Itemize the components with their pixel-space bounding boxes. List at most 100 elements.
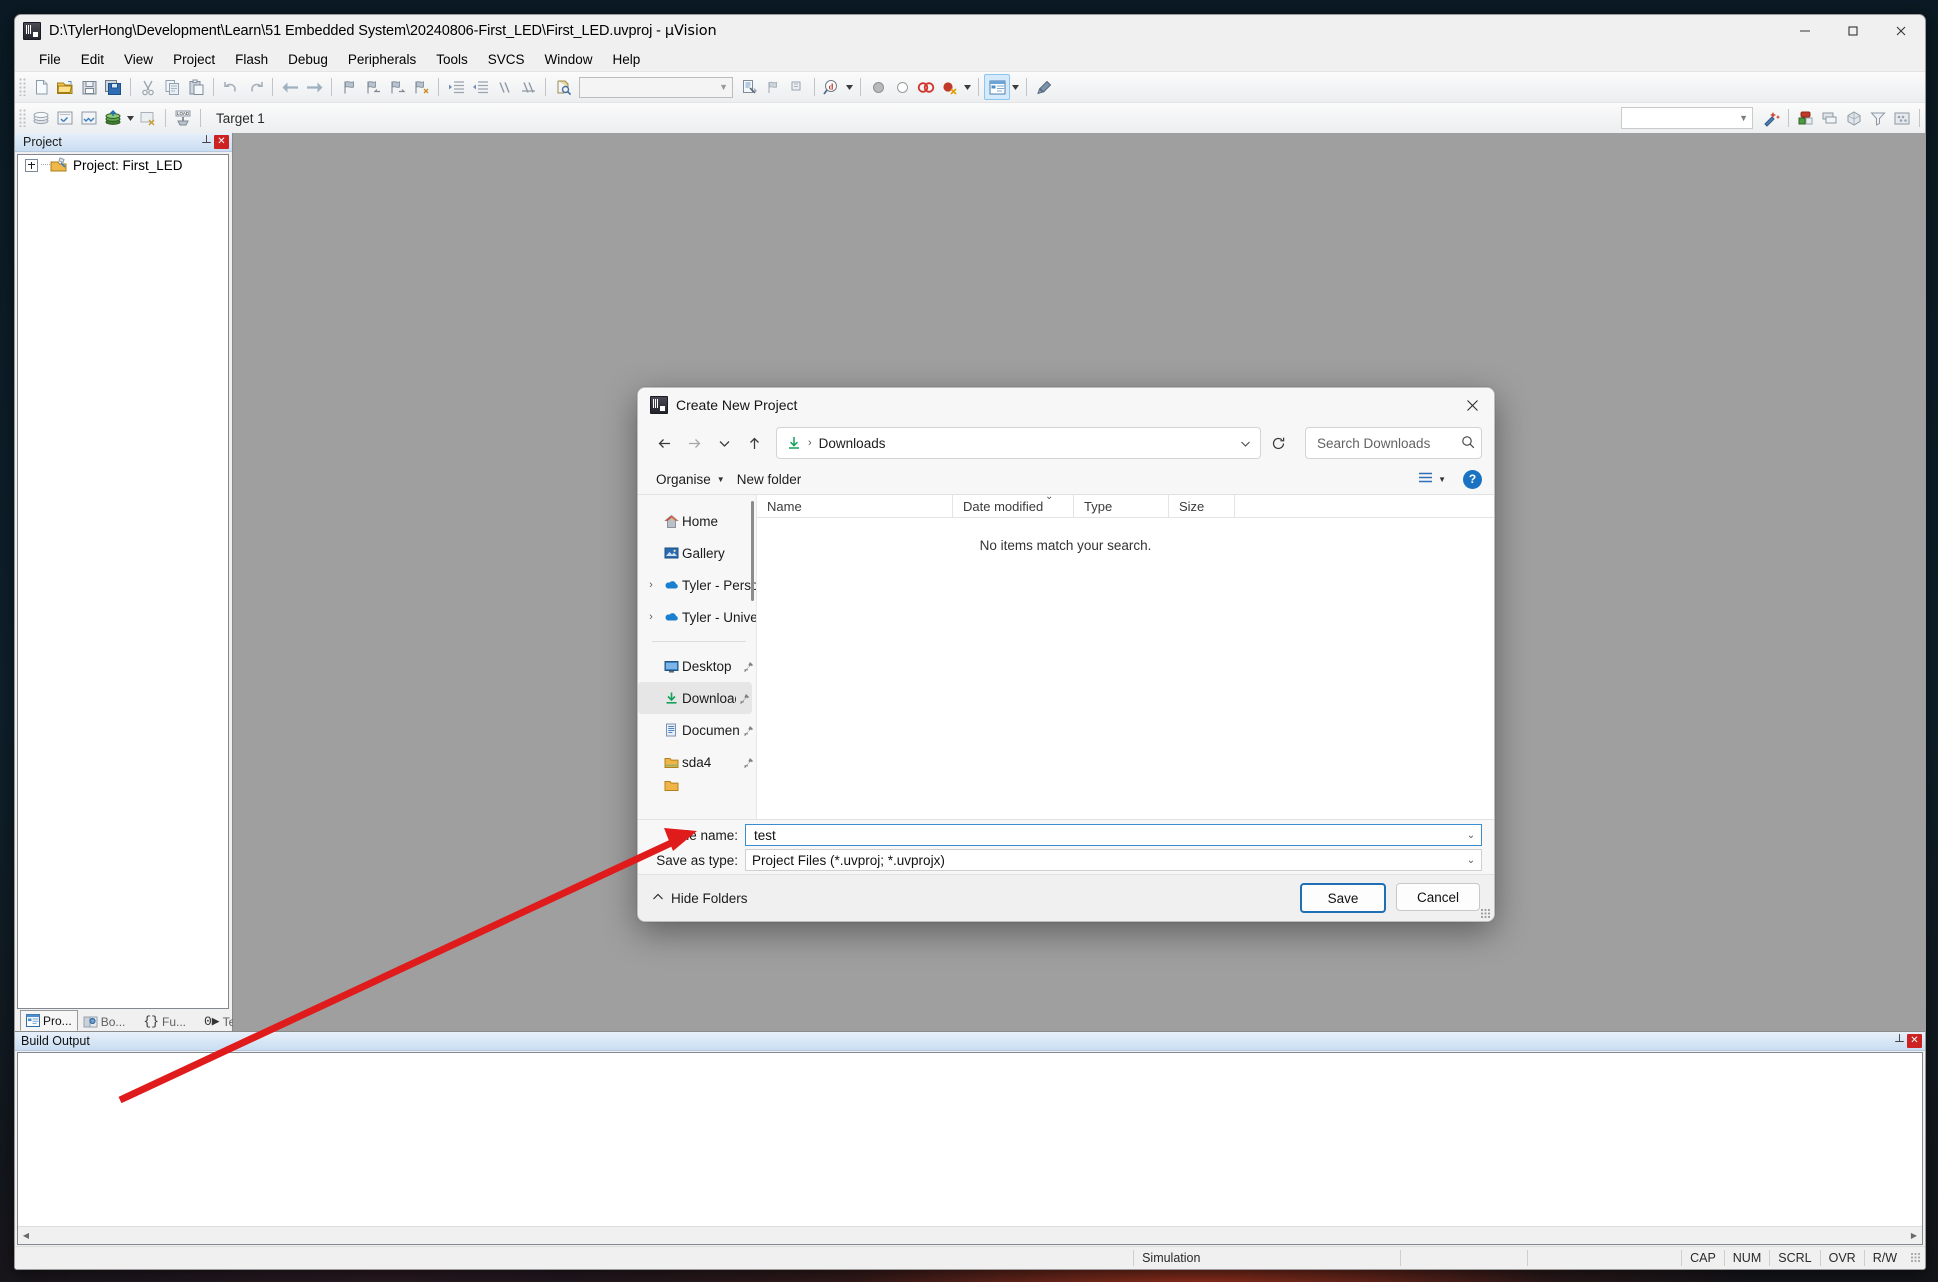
resize-grip-icon[interactable] [1911,1253,1921,1263]
save-all-icon[interactable] [101,75,125,99]
minimize-icon[interactable] [1781,15,1829,47]
copy-icon[interactable] [160,75,184,99]
file-name-field[interactable] [752,826,1461,844]
stop-build-icon[interactable] [136,106,160,130]
project-window-icon[interactable] [984,74,1010,100]
sidebar-item-gallery[interactable]: Gallery [638,537,756,569]
pack-filter-icon[interactable] [1866,106,1890,130]
tab-project[interactable]: Pro... [20,1010,78,1031]
build-icon[interactable] [53,106,77,130]
outdent-icon[interactable] [468,75,492,99]
indent-icon[interactable] [444,75,468,99]
bookmark-prev-icon[interactable] [361,75,385,99]
kill-breakpoints-icon[interactable] [938,75,962,99]
menu-debug[interactable]: Debug [278,52,338,67]
pin-icon[interactable] [740,757,756,768]
save-button[interactable]: Save [1300,883,1386,913]
find-in-files-icon[interactable] [551,75,575,99]
translate-icon[interactable] [29,106,53,130]
cut-icon[interactable] [136,75,160,99]
close-icon[interactable]: ✕ [214,135,229,149]
file-find-icon[interactable] [737,75,761,99]
redo-icon[interactable] [243,75,267,99]
package-installer-icon[interactable] [1842,106,1866,130]
paste-icon[interactable] [184,75,208,99]
menu-flash[interactable]: Flash [225,52,278,67]
sidebar-item-tyler-university[interactable]: › Tyler - University [638,601,756,633]
sidebar-item-partial[interactable] [638,778,756,792]
chevron-down-icon[interactable] [710,429,738,457]
breakpoint-filled-icon[interactable] [866,75,890,99]
save-as-type-select[interactable]: Project Files (*.uvproj; *.uvprojx) ⌄ [745,849,1482,871]
navigate-forward-icon[interactable] [302,75,326,99]
view-options-button[interactable]: ▼ [1413,467,1451,491]
lookup-icon[interactable]: d [820,75,844,99]
navigate-back-icon[interactable] [278,75,302,99]
arrow-right-icon[interactable] [680,429,708,457]
column-date-modified[interactable]: Date modified [953,495,1074,517]
multi-project-icon[interactable] [1818,106,1842,130]
breakpoint-empty-icon[interactable] [890,75,914,99]
chevron-down-icon[interactable]: ⌄ [1461,830,1481,841]
close-icon[interactable] [1450,388,1494,422]
toolbar-grip[interactable] [19,78,26,96]
menu-file[interactable]: File [29,52,71,67]
menu-help[interactable]: Help [603,52,651,67]
batch-build-icon[interactable] [101,106,125,130]
column-size[interactable]: Size [1169,495,1235,517]
close-icon[interactable] [1877,15,1925,47]
pin-icon[interactable] [740,725,756,736]
project-tree[interactable]: Project: First_LED [17,154,229,1009]
menu-window[interactable]: Window [534,52,602,67]
arrow-left-icon[interactable] [650,429,678,457]
pin-icon[interactable]: ┴ [1892,1034,1907,1048]
plus-box-icon[interactable] [25,158,38,172]
bookmark-toggle-icon[interactable] [761,75,785,99]
menu-svcs[interactable]: SVCS [478,52,535,67]
tab-books[interactable]: ? Bo... [78,1012,131,1031]
sidebar-item-documents[interactable]: Documents [638,714,756,746]
menu-edit[interactable]: Edit [71,52,114,67]
sidebar-scrollbar[interactable] [751,501,754,601]
target-select[interactable]: ▼ [1621,107,1753,129]
search-input[interactable] [1305,427,1482,459]
arrow-up-icon[interactable] [740,429,768,457]
cancel-button[interactable]: Cancel [1396,883,1480,911]
target-options-icon[interactable] [1759,106,1783,130]
find-combo[interactable]: ▼ [579,76,733,98]
uncomment-icon[interactable] [516,75,540,99]
column-type[interactable]: Type [1074,495,1169,517]
chevron-down-icon[interactable] [1232,437,1258,450]
tab-functions[interactable]: {} Fu... [138,1012,191,1031]
sidebar-item-desktop[interactable]: Desktop [638,650,756,682]
manage-run-time-icon[interactable] [1890,106,1914,130]
pin-icon[interactable] [736,693,752,704]
pin-icon[interactable]: ┴ [199,135,214,149]
new-folder-button[interactable]: New folder [731,467,808,491]
resize-grip-icon[interactable] [1481,909,1491,919]
hide-folders-button[interactable]: Hide Folders [652,891,748,906]
address-bar[interactable]: › Downloads [776,427,1261,459]
batch-build-dropdown-icon[interactable] [125,106,136,130]
find-replace-icon[interactable] [785,75,809,99]
pin-icon[interactable] [740,661,756,672]
chevron-right-icon[interactable]: › [642,579,660,591]
save-icon[interactable] [77,75,101,99]
bookmark-clear-icon[interactable] [409,75,433,99]
chevron-down-icon[interactable]: ⌄ [1461,855,1481,866]
breakpoints-dropdown-icon[interactable] [962,75,973,99]
undo-icon[interactable] [219,75,243,99]
menu-tools[interactable]: Tools [426,52,478,67]
file-list[interactable]: Name Date modified Type Size ⌄ No items … [756,491,1494,819]
disable-breakpoints-icon[interactable] [914,75,938,99]
sidebar-item-tyler-personal[interactable]: › Tyler - Personal [638,569,756,601]
bookmark-icon[interactable] [337,75,361,99]
triangle-right-icon[interactable]: ▶ [1906,1228,1922,1243]
new-file-icon[interactable] [29,75,53,99]
rebuild-icon[interactable] [77,106,101,130]
search-field[interactable] [1315,434,1461,452]
tree-row[interactable]: Project: First_LED [18,155,228,175]
file-name-input[interactable]: ⌄ [745,824,1482,846]
menu-project[interactable]: Project [163,52,225,67]
sidebar-item-downloads[interactable]: Downloads [638,682,752,714]
